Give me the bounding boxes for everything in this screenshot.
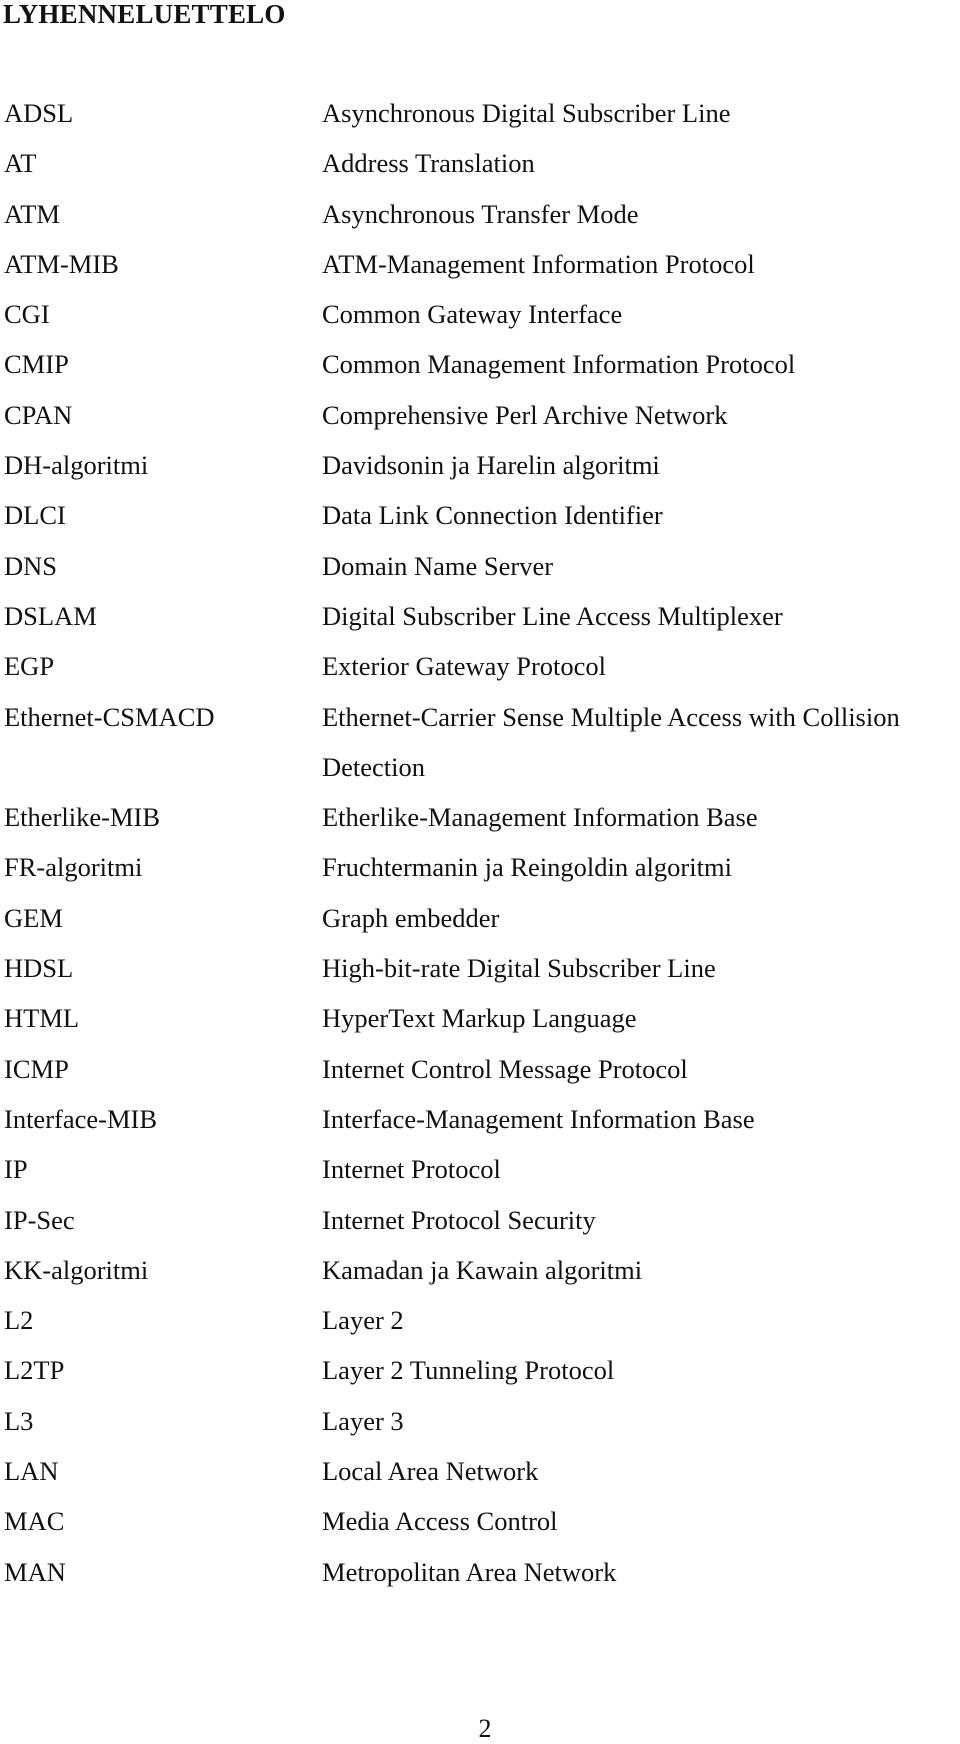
abbreviation-definition: Etherlike-Management Information Base	[322, 802, 758, 833]
abbreviation-definition: Fruchtermanin ja Reingoldin algoritmi	[322, 852, 732, 883]
list-item: MAC Media Access Control	[0, 1505, 960, 1555]
abbreviation-definition: Local Area Network	[322, 1456, 539, 1487]
list-item: DLCI Data Link Connection Identifier	[0, 499, 960, 549]
abbreviation-definition: Exterior Gateway Protocol	[322, 651, 607, 682]
abbreviation: DSLAM	[4, 600, 97, 631]
list-item: DH-algoritmi Davidsonin ja Harelin algori…	[0, 449, 960, 499]
abbreviation: CGI	[4, 299, 50, 330]
abbreviation: CPAN	[4, 399, 73, 430]
abbreviation: L2	[4, 1305, 34, 1336]
abbreviation: L2TP	[4, 1355, 65, 1386]
abbreviation-definition: Asynchronous Transfer Mode	[322, 198, 639, 229]
list-item: MAN Metropolitan Area Network	[0, 1556, 960, 1606]
list-item: Ethernet-CSMACD Ethernet-Carrier Sense Mu…	[0, 701, 960, 751]
abbreviation-definition: ATM-Management Information Protocol	[322, 248, 755, 279]
list-item: IP-Sec Internet Protocol Security	[0, 1204, 960, 1254]
list-item: FR-algoritmi Fruchtermanin ja Reingoldin …	[0, 851, 960, 901]
list-item: Interface-MIB Interface-Management Inform…	[0, 1103, 960, 1153]
abbreviation-definition: Interface-Management Information Base	[322, 1103, 755, 1134]
abbreviation-definition: HyperText Markup Language	[322, 1003, 637, 1034]
abbreviation-definition: Metropolitan Area Network	[322, 1556, 617, 1587]
list-item: LAN Local Area Network	[0, 1455, 960, 1505]
abbreviation: HTML	[4, 1003, 80, 1034]
list-item-continuation: Detection	[0, 751, 960, 801]
abbreviation: Interface-MIB	[4, 1103, 158, 1134]
abbreviation-definition: Detection	[322, 751, 426, 782]
abbreviation: L3	[4, 1405, 34, 1436]
abbreviation-list: ADSL Asynchronous Digital Subscriber Line…	[0, 97, 960, 1606]
list-item: IP Internet Protocol	[0, 1153, 960, 1203]
list-item: CPAN Comprehensive Perl Archive Network	[0, 399, 960, 449]
list-item: AT Address Translation	[0, 147, 960, 197]
list-item: L3 Layer 3	[0, 1405, 960, 1455]
abbreviation: Ethernet-CSMACD	[4, 701, 215, 732]
abbreviation: FR-algoritmi	[4, 852, 143, 883]
abbreviation: CMIP	[4, 349, 69, 380]
abbreviation-definition: High-bit-rate Digital Subscriber Line	[322, 953, 716, 984]
abbreviation-definition: Layer 2 Tunneling Protocol	[322, 1355, 615, 1386]
abbreviation: Etherlike-MIB	[4, 802, 161, 833]
abbreviation-definition: Davidsonin ja Harelin algoritmi	[322, 450, 660, 481]
list-item: Etherlike-MIB Etherlike-Management Inform…	[0, 801, 960, 851]
list-item: L2 Layer 2	[0, 1304, 960, 1354]
abbreviation-definition: Data Link Connection Identifier	[322, 500, 663, 531]
list-item: ICMP Internet Control Message Protocol	[0, 1053, 960, 1103]
abbreviation-definition: Address Translation	[322, 148, 535, 179]
abbreviation-definition: Internet Protocol Security	[322, 1204, 596, 1235]
abbreviation-definition: Comprehensive Perl Archive Network	[322, 399, 728, 430]
list-item: GEM Graph embedder	[0, 902, 960, 952]
abbreviation-definition: Digital Subscriber Line Access Multiplex…	[322, 600, 783, 631]
abbreviation: DLCI	[4, 500, 66, 531]
abbreviation: LAN	[4, 1456, 59, 1487]
abbreviation: ATM	[4, 198, 60, 229]
list-item: CGI Common Gateway Interface	[0, 298, 960, 348]
list-item: EGP Exterior Gateway Protocol	[0, 650, 960, 700]
list-item: ATM-MIB ATM-Management Information Protoc…	[0, 248, 960, 298]
abbreviation-definition: Internet Control Message Protocol	[322, 1053, 688, 1084]
abbreviation: ICMP	[4, 1053, 69, 1084]
abbreviation: DNS	[4, 550, 58, 581]
abbreviation-definition: Graph embedder	[322, 902, 500, 933]
list-item: ATM Asynchronous Transfer Mode	[0, 198, 960, 248]
page-number: 2	[478, 1714, 492, 1743]
abbreviation-definition: Layer 2	[322, 1305, 404, 1336]
abbreviation-definition: Internet Protocol	[322, 1154, 501, 1185]
list-item: HTML HyperText Markup Language	[0, 1002, 960, 1052]
list-item: L2TP Layer 2 Tunneling Protocol	[0, 1354, 960, 1404]
abbreviation-definition: Asynchronous Digital Subscriber Line	[322, 98, 731, 128]
abbreviation-definition: Layer 3	[322, 1405, 404, 1436]
list-item: ADSL Asynchronous Digital Subscriber Line	[0, 97, 960, 147]
abbreviation: DH-algoritmi	[4, 450, 149, 481]
abbreviation-definition: Common Gateway Interface	[322, 299, 623, 330]
abbreviation-definition: Domain Name Server	[322, 550, 554, 581]
list-item: HDSL High-bit-rate Digital Subscriber Lin…	[0, 952, 960, 1002]
list-item: DSLAM Digital Subscriber Line Access Mult…	[0, 600, 960, 650]
abbreviation: IP-Sec	[4, 1204, 75, 1235]
abbreviation: ADSL	[4, 98, 74, 128]
abbreviation: AT	[4, 148, 37, 179]
list-item: DNS Domain Name Server	[0, 550, 960, 600]
page-title: LYHENNELUETTELO	[3, 0, 286, 29]
abbreviation: KK-algoritmi	[4, 1254, 149, 1285]
abbreviation-definition: Ethernet-Carrier Sense Multiple Access w…	[322, 701, 900, 732]
abbreviation: MAC	[4, 1506, 65, 1537]
abbreviation-definition: Kamadan ja Kawain algoritmi	[322, 1254, 643, 1285]
abbreviation-definition: Media Access Control	[322, 1506, 558, 1537]
abbreviation: MAN	[4, 1556, 66, 1587]
list-item: CMIP Common Management Information Protoc…	[0, 348, 960, 398]
abbreviation: EGP	[4, 651, 55, 682]
abbreviation: IP	[4, 1154, 28, 1185]
abbreviation: ATM-MIB	[4, 248, 119, 279]
abbreviation: HDSL	[4, 953, 74, 984]
abbreviation: GEM	[4, 902, 63, 933]
abbreviation-definition: Common Management Information Protocol	[322, 349, 796, 380]
list-item: KK-algoritmi Kamadan ja Kawain algoritmi	[0, 1254, 960, 1304]
